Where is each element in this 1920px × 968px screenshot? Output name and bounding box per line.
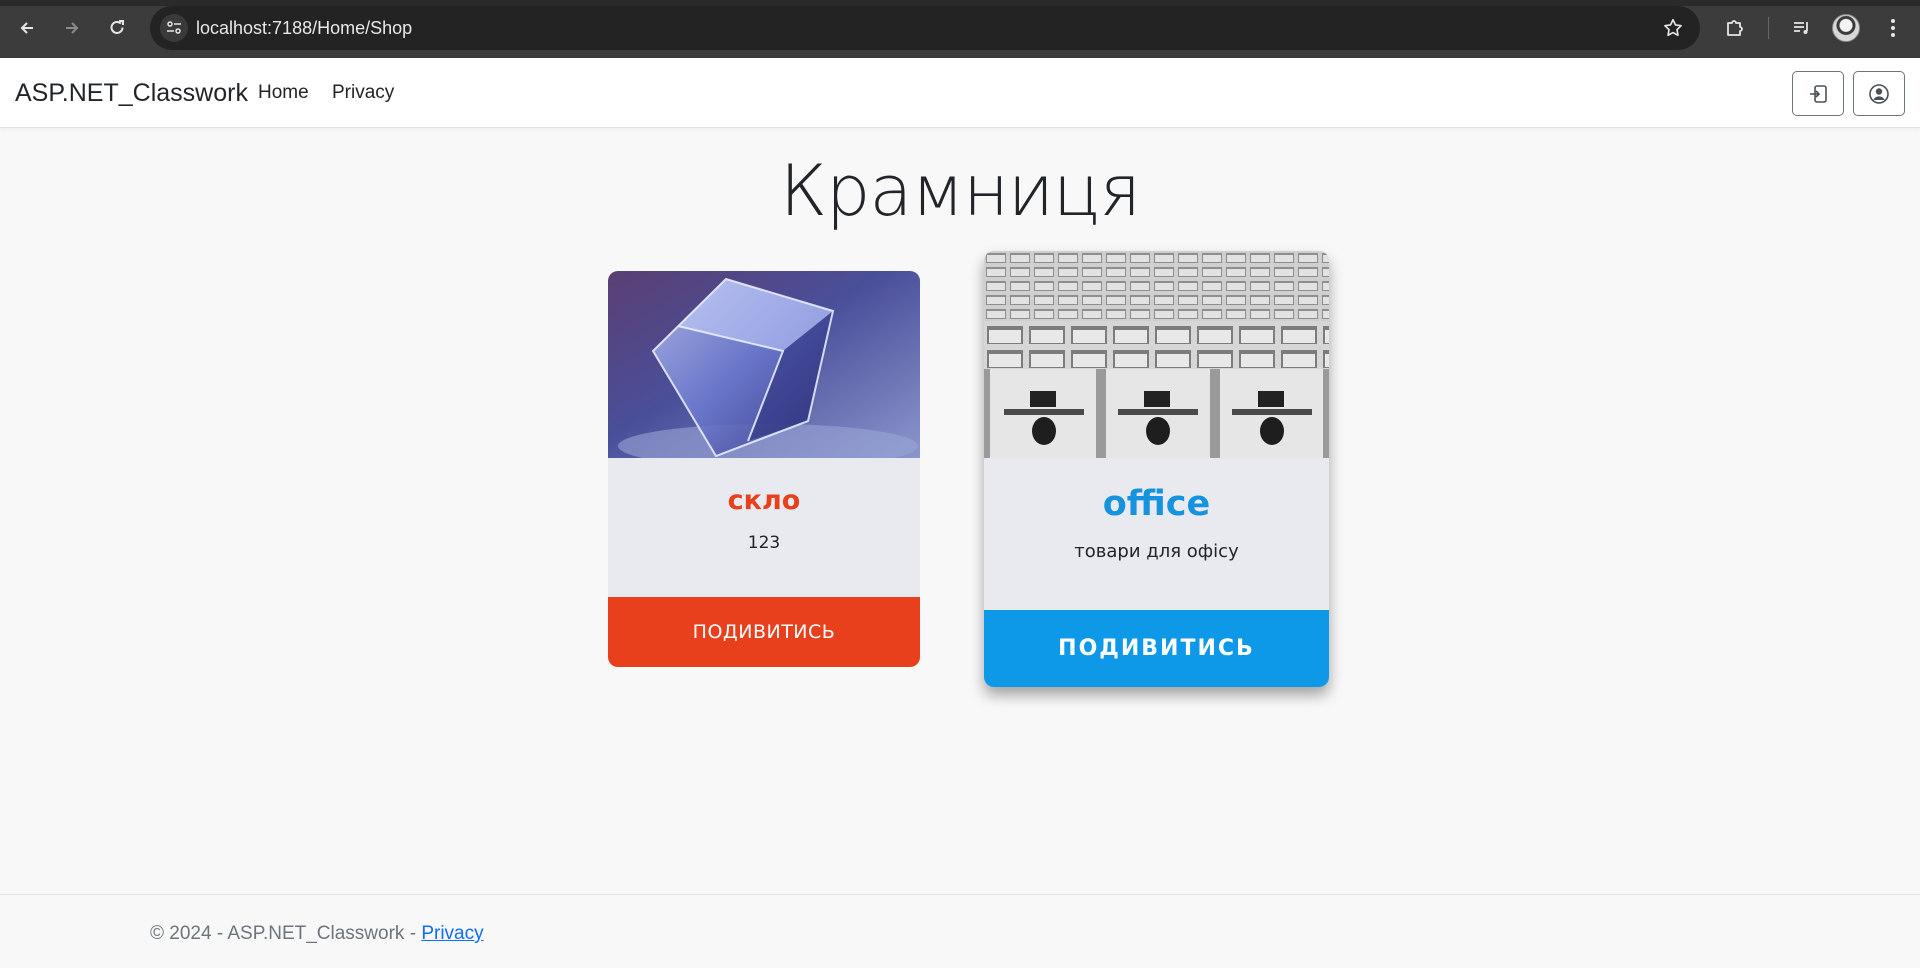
reload-icon [110, 20, 124, 34]
puzzle-icon [1727, 20, 1743, 36]
category-card-office[interactable]: office товари для офісу ПОДИВИТИСЬ [984, 251, 1329, 687]
office-cubicles-photo [984, 251, 1329, 458]
card-title: скло [727, 485, 801, 516]
site-footer: © 2024 - ASP.NET_Classwork - Privacy [0, 894, 1920, 968]
category-card-glass[interactable]: скло 123 ПОДИВИТИСЬ [608, 271, 920, 667]
footer-privacy-link[interactable]: Privacy [421, 923, 483, 944]
glass-cube-photo [608, 271, 920, 458]
site-navbar: ASP.NET_Classwork Home Privacy [0, 58, 1920, 128]
view-button[interactable]: ПОДИВИТИСЬ [608, 597, 920, 667]
browser-menu-button[interactable] [1877, 12, 1909, 44]
back-button[interactable] [11, 12, 43, 44]
url-text[interactable]: localhost:7188/Home/Shop [196, 6, 412, 50]
extensions-button[interactable] [1719, 12, 1751, 44]
tune-icon[interactable] [160, 14, 188, 42]
browser-toolbar: localhost:7188/Home/Shop [0, 0, 1920, 58]
login-icon [1810, 84, 1827, 103]
login-button[interactable] [1792, 71, 1844, 116]
playlist-icon [1794, 22, 1808, 34]
reload-button[interactable] [101, 12, 133, 44]
arrow-left-icon [20, 22, 33, 34]
address-bar[interactable]: localhost:7188/Home/Shop [150, 6, 1700, 50]
nav-link-home[interactable]: Home [258, 58, 309, 128]
kebab-menu-icon [1891, 19, 1895, 37]
card-description: 123 [747, 533, 781, 553]
card-description: товари для офісу [1074, 541, 1239, 562]
page-title: Крамниця [779, 150, 1141, 232]
view-button[interactable]: ПОДИВИТИСЬ [984, 610, 1329, 687]
toolbar-divider [1768, 17, 1769, 39]
media-button[interactable] [1786, 12, 1818, 44]
arrow-right-icon [66, 22, 79, 34]
profile-button[interactable] [1853, 71, 1905, 116]
nav-link-privacy[interactable]: Privacy [332, 58, 394, 128]
footer-text: © 2024 - ASP.NET_Classwork - Privacy [150, 923, 484, 945]
profile-avatar[interactable] [1832, 14, 1860, 42]
star-icon[interactable] [1662, 17, 1684, 39]
copyright-text: © 2024 - ASP.NET_Classwork - [150, 923, 422, 944]
user-circle-icon [1869, 83, 1889, 104]
brand-link[interactable]: ASP.NET_Classwork [15, 58, 248, 128]
card-title: office [1102, 484, 1211, 524]
forward-button[interactable] [56, 12, 88, 44]
